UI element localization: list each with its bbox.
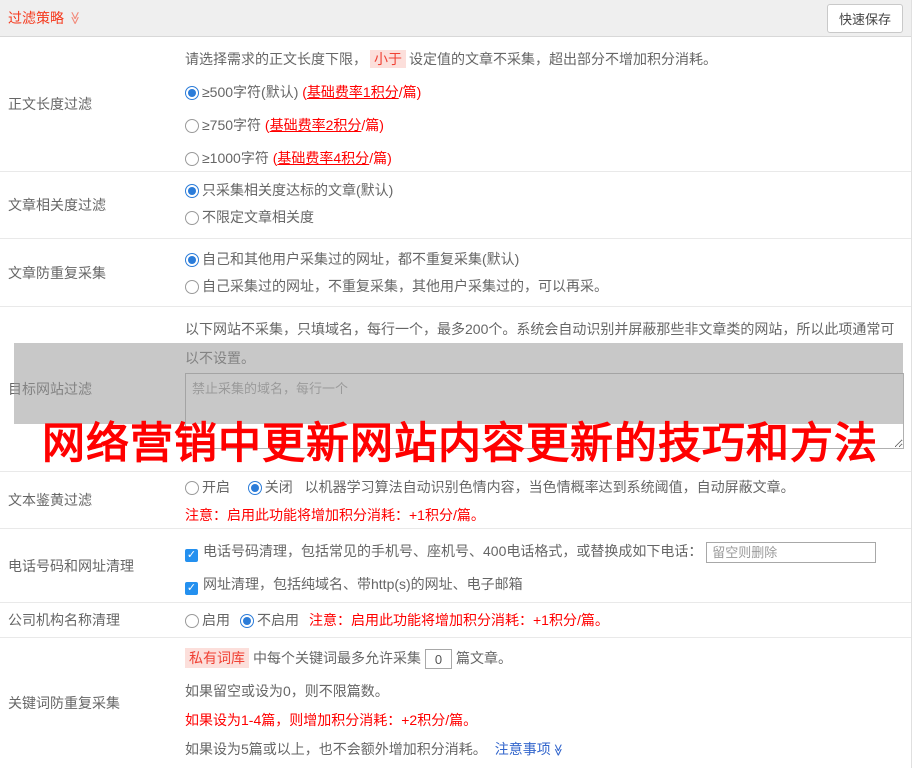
radio-selected-icon[interactable] — [185, 253, 199, 267]
page-title-text: 过滤策略 — [8, 10, 64, 26]
porn-options-line: 开启 关闭 以机器学习算法自动识别色情内容，当色情概率达到系统阈值，自动屏蔽文章… — [185, 477, 911, 497]
relevance-option-strict[interactable]: 只采集相关度达标的文章(默认) — [185, 180, 911, 200]
chevron-double-down-icon: ≫ — [67, 11, 83, 25]
intro-pre: 请选择需求的正文长度下限， — [185, 51, 367, 67]
row-content: ✓ 电话号码清理，包括常见的手机号、座机号、400电话格式，或替换成如下电话： ✓… — [185, 529, 911, 602]
porn-description: 以机器学习算法自动识别色情内容，当色情概率达到系统阈值，自动屏蔽文章。 — [304, 479, 795, 495]
radio-unselected-icon[interactable] — [185, 119, 199, 133]
target-description: 以下网站不采集，只填域名，每行一个，最多200个。系统会自动识别并屏蔽那些非文章… — [185, 321, 895, 366]
url-cleanup-label: 网址清理，包括纯域名、带http(s)的网址、电子邮箱 — [203, 575, 523, 592]
option-label: 关闭 — [264, 479, 293, 495]
option-label: 自己和其他用户采集过的网址，都不重复采集(默认) — [202, 251, 520, 267]
row-dedup-collection: 文章防重复采集 自己和其他用户采集过的网址，都不重复采集(默认) 自己采集过的网… — [0, 238, 911, 306]
quick-save-button[interactable]: 快速保存 — [826, 3, 903, 33]
row-content: 以下网站不采集，只填域名，每行一个，最多200个。系统会自动识别并屏蔽那些非文章… — [185, 307, 911, 471]
option-label: 只采集相关度达标的文章(默认) — [202, 182, 394, 198]
keyword-limit-line: 私有词库中每个关键词最多允许采集 篇文章。 — [185, 648, 911, 670]
blocked-domains-textarea[interactable] — [185, 373, 904, 449]
keyword-rule-zero: 如果留空或设为0，则不限篇数。 — [185, 683, 389, 700]
length-option-750[interactable]: ≥750字符 (基础费率2积分/篇) — [185, 115, 911, 135]
radio-selected-icon[interactable] — [240, 614, 254, 628]
radio-selected-icon[interactable] — [185, 184, 199, 198]
company-note: 注意：启用此功能将增加积分消耗：+1积分/篇。 — [309, 612, 609, 628]
radio-unselected-icon[interactable] — [185, 614, 199, 628]
radio-selected-icon[interactable] — [247, 481, 262, 495]
row-label: 目标网站过滤 — [8, 381, 92, 397]
porn-option-off[interactable]: 关闭 — [247, 479, 293, 495]
keyword-rule-5plus: 如果设为5篇或以上，也不会额外增加积分消耗。 注意事项≫ — [185, 739, 911, 760]
row-label: 文本鉴黄过滤 — [8, 492, 92, 508]
company-option-enable[interactable]: 启用 — [185, 610, 230, 630]
page-title[interactable]: 过滤策略 ≫ — [8, 8, 83, 28]
radio-unselected-icon[interactable] — [185, 211, 199, 225]
intro-post: 设定值的文章不采集，超出部分不增加积分消耗。 — [409, 51, 717, 67]
keyword-limit-post: 篇文章。 — [456, 650, 512, 666]
row-label: 电话号码和网址清理 — [8, 557, 134, 574]
row-porn-filter: 文本鉴黄过滤 开启 关闭 以机器学习算法自动识别色情内容，当色情概率达到系统阈值… — [0, 471, 911, 528]
row-content: 启用 不启用 注意：启用此功能将增加积分消耗：+1积分/篇。 — [185, 603, 911, 637]
radio-unselected-icon[interactable] — [185, 152, 199, 166]
option-label: 自己采集过的网址，不重复采集，其他用户采集过的，可以再采。 — [202, 278, 608, 294]
row-label: 关键词防重复采集 — [8, 695, 120, 711]
keyword-max-input[interactable] — [425, 649, 452, 670]
phone-cleanup-label: 电话号码清理，包括常见的手机号、座机号、400电话格式，或替换成如下电话： — [203, 543, 703, 559]
row-content: 自己和其他用户采集过的网址，都不重复采集(默认) 自己采集过的网址，不重复采集，… — [185, 239, 911, 306]
url-cleanup-line: ✓ 网址清理，包括纯域名、带http(s)的网址、电子邮箱 — [185, 574, 911, 595]
row-phone-url-cleanup: 电话号码和网址清理 ✓ 电话号码清理，包括常见的手机号、座机号、400电话格式，或… — [0, 528, 911, 602]
row-body-length-filter: 正文长度过滤 请选择需求的正文长度下限， 小于 设定值的文章不采集，超出部分不增加积… — [0, 37, 911, 171]
keyword-rule-5plus-text: 如果设为5篇或以上，也不会额外增加积分消耗。 — [185, 741, 487, 758]
porn-note: 注意：启用此功能将增加积分消耗：+1积分/篇。 — [185, 507, 485, 523]
length-option-500[interactable]: ≥500字符(默认) (基础费率1积分/篇) — [185, 82, 911, 102]
row-label: 文章防重复采集 — [8, 264, 106, 281]
row-content: 只采集相关度达标的文章(默认) 不限定文章相关度 — [185, 172, 911, 238]
option-label: ≥500字符(默认) — [202, 84, 299, 100]
filter-strategy-page: 过滤策略 ≫ 快速保存 正文长度过滤 请选择需求的正文长度下限， 小于 设定值的文章… — [0, 0, 912, 768]
row-label: 正文长度过滤 — [8, 96, 92, 112]
radio-unselected-icon[interactable] — [185, 481, 199, 495]
keyword-limit-pre: 中每个关键词最多允许采集 — [253, 650, 421, 666]
notes-link-label: 注意事项 — [494, 741, 551, 758]
option-label: ≥750字符 — [202, 117, 262, 133]
row-content: 私有词库中每个关键词最多允许采集 篇文章。 如果留空或设为0，则不限篇数。 如果设… — [185, 638, 911, 768]
length-option-1000[interactable]: ≥1000字符 (基础费率4积分/篇) — [185, 148, 911, 168]
row-keyword-dedup: 关键词防重复采集 私有词库中每个关键词最多允许采集 篇文章。 如果留空或设为0，则… — [0, 637, 911, 768]
phone-cleanup-line: ✓ 电话号码清理，包括常见的手机号、座机号、400电话格式，或替换成如下电话： — [185, 541, 911, 563]
checkbox-checked-icon[interactable]: ✓ — [185, 549, 198, 562]
row-target-site-filter: 目标网站过滤 以下网站不采集，只填域名，每行一个，最多200个。系统会自动识别并… — [0, 306, 911, 471]
company-option-disable[interactable]: 不启用 — [240, 610, 299, 630]
option-fee: (基础费率4积分/篇) — [268, 150, 392, 166]
page-header: 过滤策略 ≫ 快速保存 — [0, 0, 911, 37]
radio-selected-icon[interactable] — [185, 86, 199, 100]
row-label: 公司机构名称清理 — [8, 612, 120, 628]
radio-unselected-icon[interactable] — [185, 280, 199, 294]
row-content: 开启 关闭 以机器学习算法自动识别色情内容，当色情概率达到系统阈值，自动屏蔽文章… — [185, 472, 911, 528]
row-label: 文章相关度过滤 — [8, 197, 106, 213]
option-label: 不限定文章相关度 — [202, 209, 314, 225]
checkbox-checked-icon[interactable]: ✓ — [185, 581, 198, 595]
option-label: 不启用 — [257, 612, 299, 628]
row-relevance-filter: 文章相关度过滤 只采集相关度达标的文章(默认) 不限定文章相关度 — [0, 171, 911, 238]
notes-link[interactable]: 注意事项≫ — [495, 741, 565, 757]
relevance-option-any[interactable]: 不限定文章相关度 — [185, 207, 911, 227]
row-content: 请选择需求的正文长度下限， 小于 设定值的文章不采集，超出部分不增加积分消耗。 ≥5… — [185, 37, 911, 171]
phone-replace-input[interactable] — [706, 541, 877, 563]
keyword-rule-1-4: 如果设为1-4篇，则增加积分消耗：+2积分/篇。 — [185, 712, 478, 729]
dedup-option-self-only[interactable]: 自己采集过的网址，不重复采集，其他用户采集过的，可以再采。 — [185, 276, 911, 296]
length-intro: 请选择需求的正文长度下限， 小于 设定值的文章不采集，超出部分不增加积分消耗。 — [185, 49, 911, 69]
option-fee: (基础费率1积分/篇) — [298, 84, 422, 100]
private-lexicon-link[interactable]: 私有词库 — [185, 648, 249, 668]
dedup-option-all-users[interactable]: 自己和其他用户采集过的网址，都不重复采集(默认) — [185, 249, 911, 269]
option-fee: (基础费率2积分/篇) — [261, 117, 384, 133]
chevron-double-down-icon: ≫ — [551, 744, 566, 757]
option-label: 启用 — [202, 612, 230, 628]
intro-highlight: 小于 — [370, 50, 406, 68]
option-label: ≥1000字符 — [202, 150, 269, 166]
porn-option-on[interactable]: 开启 — [185, 479, 230, 495]
row-company-name-cleanup: 公司机构名称清理 启用 不启用 注意：启用此功能将增加积分消耗：+1积分/篇。 — [0, 602, 911, 637]
option-label: 开启 — [202, 479, 230, 495]
